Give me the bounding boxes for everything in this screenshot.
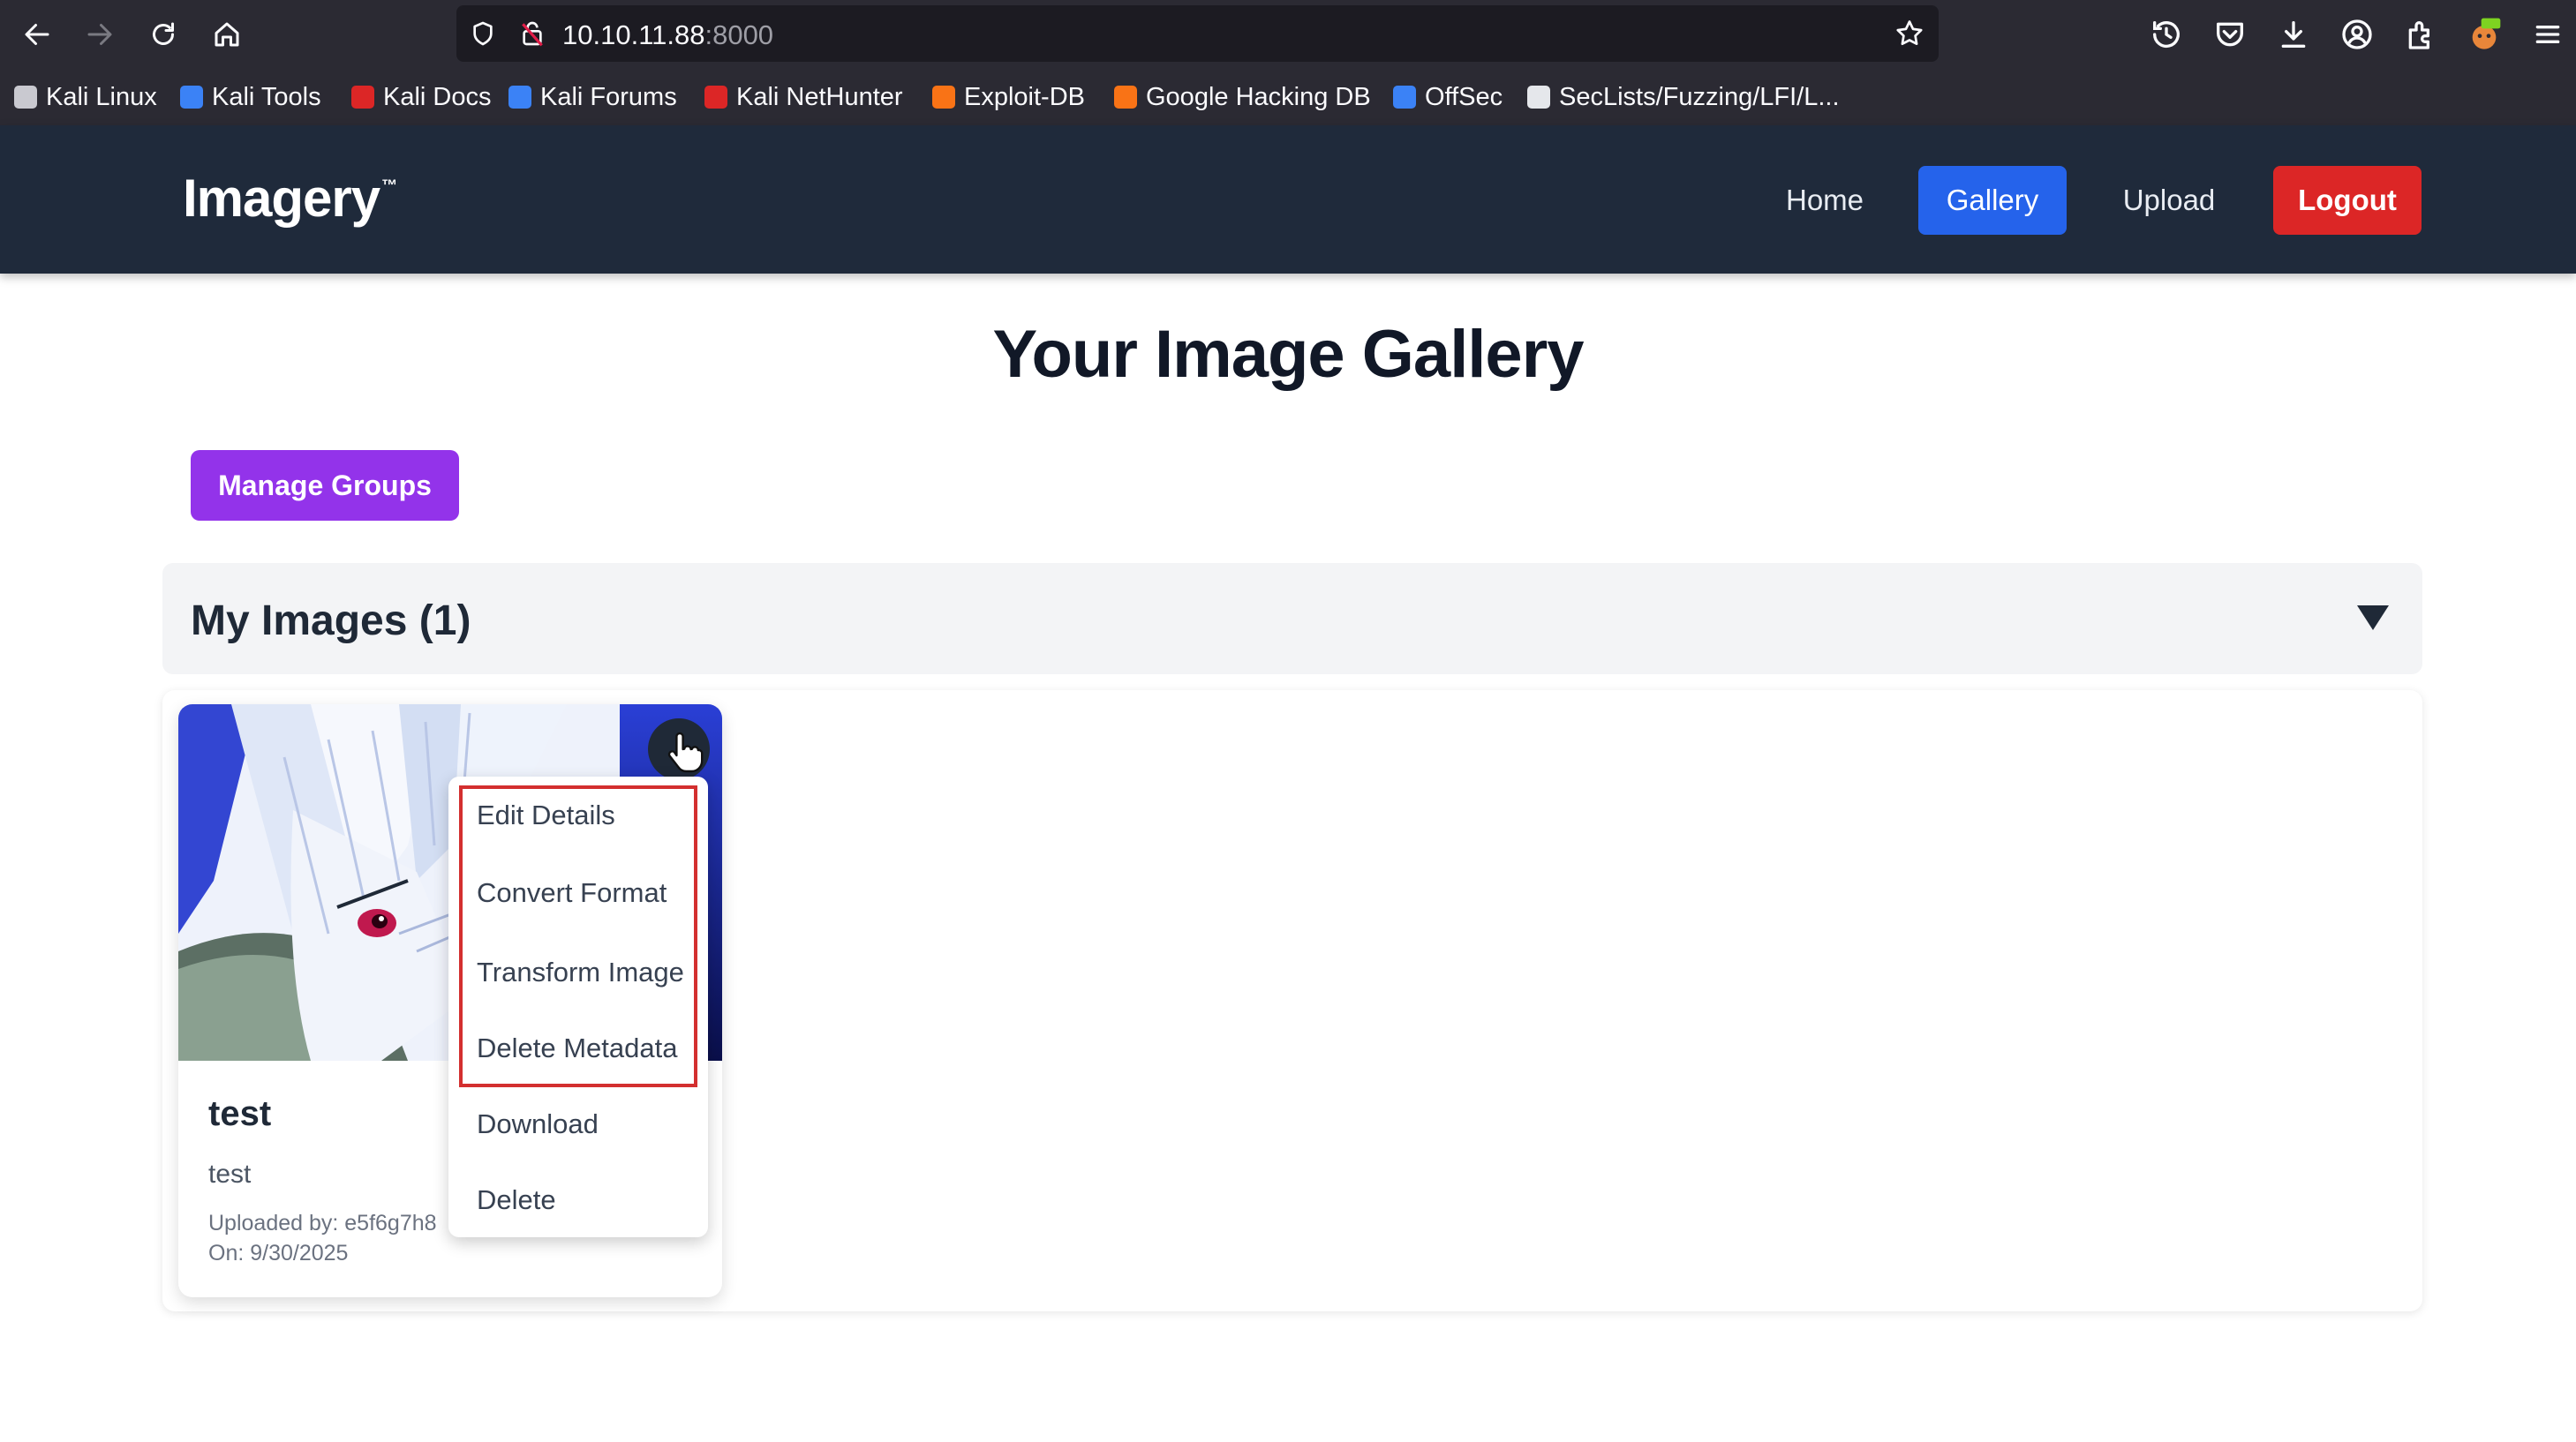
hamburger-menu-icon (2535, 26, 2560, 43)
extensions-button[interactable] (2403, 17, 2438, 52)
reload-button[interactable] (139, 11, 187, 57)
downloads-button[interactable] (2276, 17, 2311, 52)
image-context-menu: Edit Details Convert Format Transform Imag… (448, 777, 708, 1237)
home-button[interactable] (203, 11, 251, 57)
bookmark-item[interactable]: Exploit-DB (932, 81, 1085, 113)
menu-item[interactable]: Delete (477, 1184, 556, 1216)
history-button[interactable] (2149, 17, 2184, 52)
nav-home-link[interactable]: Home (1767, 166, 1882, 235)
image-description: test (208, 1160, 252, 1189)
kali-dragon-icon (14, 86, 37, 109)
bookmark-label: SecLists/Fuzzing/LFI/L... (1559, 82, 1840, 111)
logout-button[interactable]: Logout (2273, 166, 2422, 235)
site-header: Imagery ™ Home Gallery Upload Logout (0, 125, 2576, 274)
shield-icon[interactable] (469, 19, 497, 48)
bookmarks-bar: Kali Linux Kali Tools Kali Docs Kali Forums… (0, 69, 2576, 125)
bookmark-label: Kali Linux (46, 82, 157, 111)
bookmark-label: Exploit-DB (964, 82, 1085, 111)
browser-toolbar: 10.10.11.88:8000 (0, 0, 2576, 69)
hand-pointer-icon (667, 732, 704, 773)
brand-name: Imagery (183, 169, 380, 228)
bookmark-item[interactable]: Kali Tools (180, 81, 321, 113)
bookmark-item[interactable]: SecLists/Fuzzing/LFI/L... (1527, 81, 1840, 113)
my-images-section-header[interactable]: My Images (1) (162, 563, 2422, 674)
github-icon (1527, 86, 1550, 109)
manage-groups-button[interactable]: Manage Groups (191, 450, 459, 521)
bookmark-item[interactable]: Kali Forums (508, 81, 677, 113)
bookmark-item[interactable]: Kali Docs (351, 81, 492, 113)
menu-item[interactable]: Transform Image (477, 957, 684, 988)
kali-tools-icon (180, 86, 203, 109)
forward-button[interactable] (76, 11, 124, 57)
url-text[interactable]: 10.10.11.88:8000 (562, 19, 773, 51)
kali-forums-icon (508, 86, 531, 109)
section-title: My Images (1) (191, 597, 471, 644)
app-menu-button[interactable] (2530, 17, 2565, 52)
trademark-mark: ™ (381, 176, 397, 194)
upload-date-text: On: 9/30/2025 (208, 1241, 349, 1266)
url-host: 10.10.11.88 (562, 19, 705, 50)
uploaded-by-text: Uploaded by: e5f6g7h8 (208, 1211, 437, 1235)
history-icon (2153, 21, 2180, 49)
bookmark-label: Kali Forums (540, 82, 677, 111)
url-port: :8000 (704, 19, 774, 50)
burp-icon (2472, 18, 2501, 49)
bookmark-label: Google Hacking DB (1146, 82, 1371, 111)
bookmark-label: OffSec (1425, 82, 1503, 111)
menu-item[interactable]: Download (477, 1108, 599, 1140)
insecure-lock-icon[interactable] (518, 19, 546, 48)
offsec-icon (1393, 86, 1416, 109)
site-logo[interactable]: Imagery ™ (183, 168, 397, 229)
bookmark-star-icon[interactable] (1894, 18, 1925, 49)
kali-docs-icon (351, 86, 374, 109)
home-icon (215, 22, 239, 47)
burp-extension-button[interactable] (2467, 17, 2502, 52)
forward-arrow-icon (87, 24, 112, 45)
back-arrow-icon (25, 24, 49, 45)
bookmark-label: Kali Tools (212, 82, 321, 111)
bookmark-item[interactable]: Google Hacking DB (1114, 81, 1371, 113)
menu-item[interactable]: Edit Details (477, 800, 615, 831)
page-title: Your Image Gallery (992, 317, 1584, 392)
bookmark-label: Kali Docs (383, 82, 492, 111)
nethunter-icon (704, 86, 727, 109)
bookmark-item[interactable]: OffSec (1393, 81, 1503, 113)
pocket-button[interactable] (2212, 17, 2248, 52)
account-icon (2342, 19, 2372, 49)
url-bar[interactable]: 10.10.11.88:8000 (456, 5, 1939, 62)
reload-icon (153, 22, 174, 45)
account-button[interactable] (2339, 17, 2375, 52)
exploit-db-icon (932, 86, 955, 109)
download-icon (2281, 21, 2306, 48)
puzzle-icon (2408, 21, 2429, 49)
ghdb-icon (1114, 86, 1137, 109)
nav-gallery-link[interactable]: Gallery (1918, 166, 2067, 235)
bookmark-label: Kali NetHunter (736, 82, 903, 111)
menu-item[interactable]: Delete Metadata (477, 1033, 677, 1064)
image-title: test (208, 1094, 272, 1133)
nav-upload-link[interactable]: Upload (2112, 166, 2226, 235)
back-button[interactable] (13, 11, 61, 57)
bookmark-item[interactable]: Kali NetHunter (704, 81, 903, 113)
triangle-down-icon[interactable] (2355, 604, 2391, 632)
pocket-icon (2217, 22, 2243, 47)
menu-item[interactable]: Convert Format (477, 877, 667, 909)
bookmark-item[interactable]: Kali Linux (14, 81, 157, 113)
